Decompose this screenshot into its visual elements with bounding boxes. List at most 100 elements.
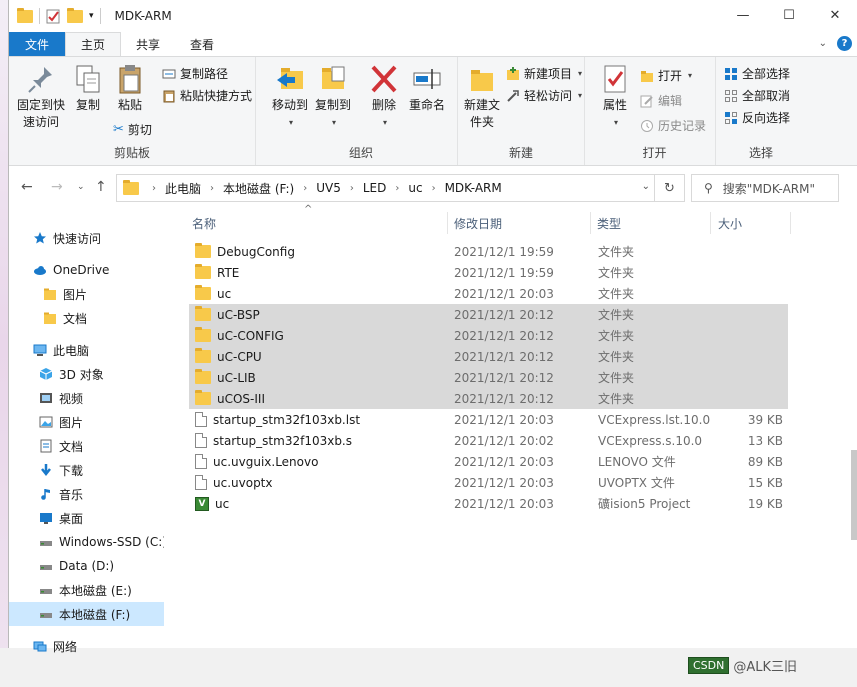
paste-shortcut-icon (163, 90, 175, 102)
table-row[interactable]: startup_stm32f103xb.s 2021/12/1 20:02 VCEx… (189, 430, 788, 451)
breadcrumb-item[interactable]: uc (404, 181, 426, 195)
nav-item[interactable]: Data (D:) (9, 554, 164, 578)
table-row[interactable]: uCOS-III 2021/12/1 20:12 文件夹 (189, 388, 788, 409)
history-button[interactable]: 历史记录 (640, 117, 706, 134)
cut-button[interactable]: ✂ 剪切 (113, 121, 152, 138)
folder-icon (123, 179, 139, 195)
minimize-button[interactable]: — (720, 0, 766, 30)
chevron-right-icon[interactable]: › (298, 183, 312, 194)
invert-selection-button[interactable]: 反向选择 (724, 109, 790, 126)
copy-button[interactable]: 复制 (71, 63, 105, 114)
table-row[interactable]: uc.uvoptx 2021/12/1 20:03 UVOPTX 文件 15 KB (189, 472, 788, 493)
nav-item[interactable]: 本地磁盘 (F:) (9, 602, 164, 626)
move-to-icon (277, 68, 303, 89)
delete-button[interactable]: 删除 ▾ (367, 63, 401, 131)
up-arrow-icon[interactable]: ↑ (95, 179, 107, 195)
table-row[interactable]: RTE 2021/12/1 19:59 文件夹 (189, 262, 788, 283)
new-folder-button[interactable]: 新建文件夹 (462, 63, 502, 131)
nav-item[interactable]: 桌面 (9, 506, 164, 530)
chevron-right-icon[interactable]: › (427, 183, 441, 194)
file-name: uc.uvguix.Lenovo (213, 454, 319, 469)
breadcrumb-item[interactable]: 此电脑 (161, 180, 205, 197)
copy-path-button[interactable]: 复制路径 (162, 65, 228, 82)
nav-item[interactable]: 本地磁盘 (E:) (9, 578, 164, 602)
open-label: 打开 (658, 69, 683, 83)
column-header-type[interactable]: 类型 (597, 210, 621, 236)
nav-item[interactable]: OneDrive (9, 258, 164, 282)
column-header-date[interactable]: 修改日期 (454, 210, 502, 236)
new-item-button[interactable]: 新建项目 ▾ (506, 65, 582, 82)
move-to-button[interactable]: 移动到 ▾ (270, 63, 310, 131)
table-row[interactable]: uC-CPU 2021/12/1 20:12 文件夹 (189, 346, 788, 367)
nav-item[interactable]: 图片 (9, 282, 164, 306)
table-row[interactable]: startup_stm32f103xb.lst 2021/12/1 20:03 VC… (189, 409, 788, 430)
properties-check-icon[interactable] (46, 9, 61, 24)
breadcrumb-item[interactable]: LED (359, 181, 391, 195)
tab-share[interactable]: 共享 (121, 32, 175, 56)
nav-item[interactable]: 音乐 (9, 482, 164, 506)
divider (590, 212, 591, 234)
search-box[interactable]: ⚲ 搜索"MDK-ARM" (691, 174, 839, 202)
table-row[interactable]: uC-CONFIG 2021/12/1 20:12 文件夹 (189, 325, 788, 346)
properties-button[interactable]: 属性 ▾ (598, 63, 632, 131)
nav-item[interactable]: 文档 (9, 434, 164, 458)
copy-to-button[interactable]: 复制到 ▾ (313, 63, 353, 131)
recent-locations-icon[interactable]: ⌄ (77, 182, 85, 192)
chevron-right-icon[interactable]: › (147, 183, 161, 194)
select-all-button[interactable]: 全部选择 (724, 65, 790, 82)
help-icon[interactable]: ? (837, 36, 852, 51)
edit-button[interactable]: 编辑 (640, 92, 682, 109)
chevron-right-icon[interactable]: › (390, 183, 404, 194)
rename-label: 重命名 (408, 98, 445, 112)
table-row[interactable]: uC-LIB 2021/12/1 20:12 文件夹 (189, 367, 788, 388)
breadcrumb-item[interactable]: MDK-ARM (441, 181, 506, 195)
nav-item[interactable]: 图片 (9, 410, 164, 434)
rename-button[interactable]: 重命名 (407, 63, 447, 114)
breadcrumb-item[interactable]: 本地磁盘 (F:) (219, 180, 298, 197)
table-row[interactable]: DebugConfig 2021/12/1 19:59 文件夹 (189, 241, 788, 262)
copy-to-icon (322, 66, 345, 89)
paste-shortcut-button[interactable]: 粘贴快捷方式 (162, 87, 252, 104)
easy-access-button[interactable]: 轻松访问 ▾ (506, 87, 582, 104)
column-header-size[interactable]: 大小 (718, 210, 742, 236)
paste-button[interactable]: 粘贴 (113, 63, 147, 114)
new-folder-icon[interactable] (67, 7, 83, 23)
file-name-cell: uc (189, 285, 232, 301)
nav-item[interactable]: 下载 (9, 458, 164, 482)
table-row[interactable]: uc.uvguix.Lenovo 2021/12/1 20:03 LENOVO 文件… (189, 451, 788, 472)
select-none-button[interactable]: 全部取消 (724, 87, 790, 104)
nav-item[interactable]: 视频 (9, 386, 164, 410)
file-name: uc (217, 286, 232, 301)
back-arrow-icon[interactable]: ← (21, 179, 33, 195)
nav-item[interactable]: 快速访问 (9, 226, 164, 250)
nav-item[interactable]: 3D 对象 (9, 362, 164, 386)
column-header-name[interactable]: 名称 (192, 210, 216, 236)
tab-view[interactable]: 查看 (175, 32, 229, 56)
file-date: 2021/12/1 19:59 (454, 244, 554, 259)
nav-item[interactable]: 网络 (9, 634, 164, 658)
chevron-right-icon[interactable]: › (205, 183, 219, 194)
pin-quick-access-button[interactable]: 固定到快速访问 (15, 63, 67, 131)
tab-file[interactable]: 文件 (9, 32, 66, 56)
nav-item[interactable]: 文档 (9, 306, 164, 330)
tab-home[interactable]: 主页 (65, 32, 122, 56)
table-row[interactable]: uc 2021/12/1 20:03 文件夹 (189, 283, 788, 304)
chevron-right-icon[interactable]: › (345, 183, 359, 194)
address-bar[interactable]: › 此电脑 › 本地磁盘 (F:) › UV5 › LED › uc › MDK-ARM ⌄ ↻ (116, 174, 685, 202)
collapse-ribbon-icon[interactable]: ⌄ (819, 38, 827, 49)
forward-arrow-icon[interactable]: → (51, 179, 63, 195)
breadcrumb-item[interactable]: UV5 (312, 181, 345, 195)
open-button[interactable]: 打开 ▾ (640, 67, 692, 84)
nav-item[interactable]: Windows-SSD (C:) (9, 530, 164, 554)
table-row[interactable]: Vuc 2021/12/1 20:03 礦ision5 Project 19 KB (189, 493, 788, 514)
search-input[interactable]: 搜索"MDK-ARM" (723, 180, 815, 197)
refresh-icon[interactable]: ↻ (654, 175, 684, 201)
address-history-icon[interactable]: ⌄ (642, 181, 650, 192)
table-row[interactable]: uC-BSP 2021/12/1 20:12 文件夹 (189, 304, 788, 325)
maximize-button[interactable]: ☐ (766, 0, 812, 30)
customize-toolbar-icon[interactable]: ▾ (89, 11, 94, 21)
file-name-cell: startup_stm32f103xb.s (189, 433, 352, 448)
close-button[interactable]: ✕ (812, 0, 857, 30)
properties-label: 属性 (602, 98, 627, 112)
nav-item[interactable]: 此电脑 (9, 338, 164, 362)
